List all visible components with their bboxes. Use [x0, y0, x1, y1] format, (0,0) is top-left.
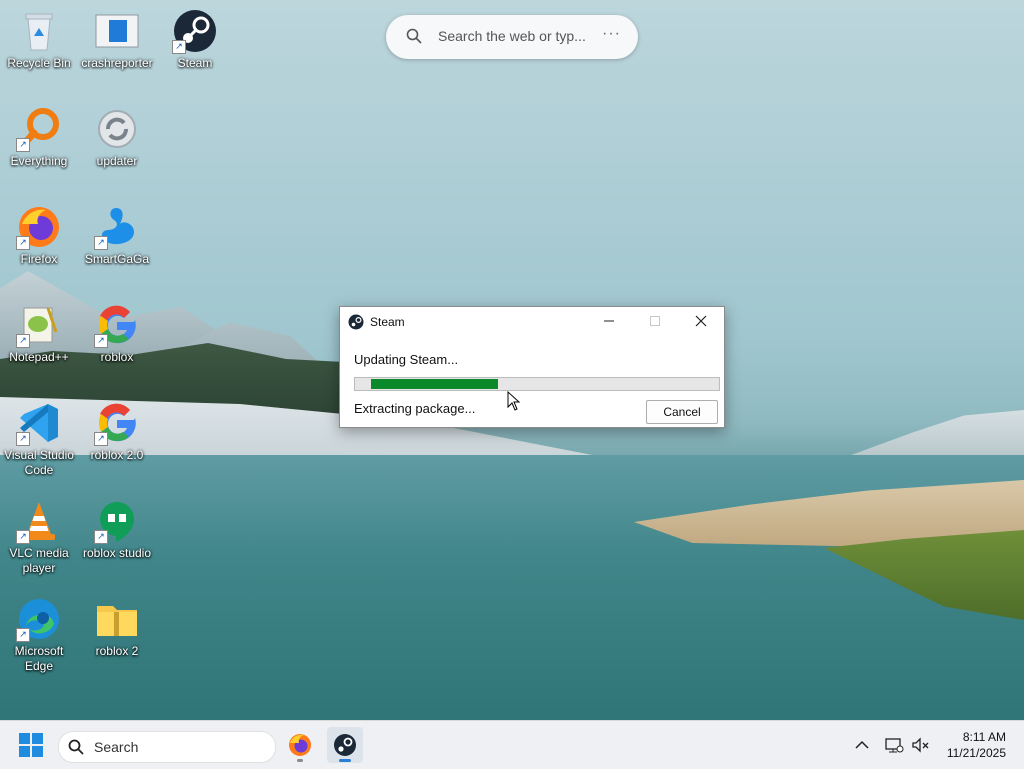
maximize-button [632, 307, 678, 337]
desktop-icon-notepad-plus-plus[interactable]: ↗ Notepad++ [0, 302, 78, 365]
desktop-icon-label: roblox 2 [95, 644, 139, 658]
search-icon [68, 739, 84, 755]
desktop-icon-updater[interactable]: updater [78, 106, 156, 169]
steam-update-dialog: Steam Updating Steam... Extracting packa… [339, 306, 725, 428]
steam-icon [348, 314, 364, 330]
crashreporter-window-icon [95, 14, 139, 48]
zip-folder-icon [97, 606, 137, 636]
volume-muted-icon[interactable] [910, 735, 930, 755]
desktop-icon-recycle-bin[interactable]: Recycle Bin [0, 8, 78, 71]
desktop-icon-label: Steam [177, 56, 213, 70]
desktop-icon-label: Notepad++ [9, 350, 69, 364]
taskbar-firefox[interactable] [282, 727, 318, 763]
desktop-icon-label: Visual Studio Code [4, 448, 74, 477]
updater-refresh-icon [98, 110, 136, 148]
desktop-icon-smartgaga[interactable]: ↗ SmartGaGa [78, 204, 156, 267]
dialog-title: Steam [370, 315, 405, 329]
start-windows-icon[interactable] [19, 733, 43, 757]
search-icon [406, 28, 422, 44]
desktop-icon-roblox[interactable]: ↗ roblox [78, 302, 156, 365]
show-hidden-icons-chevron-icon[interactable] [852, 735, 872, 755]
desktop-icon-visual-studio-code[interactable]: ↗ Visual Studio Code [0, 400, 78, 478]
taskbar-search-box[interactable]: Search [58, 731, 276, 763]
desktop-icon-crashreporter[interactable]: crashreporter [78, 8, 156, 71]
minimize-icon [604, 320, 614, 322]
desktop-icon-steam[interactable]: ↗ Steam [156, 8, 234, 71]
desktop-icon-label: Recycle Bin [7, 56, 71, 70]
network-status-icon[interactable] [884, 735, 904, 755]
desktop-icon-label: Microsoft Edge [14, 644, 64, 673]
taskbar-steam[interactable] [327, 727, 363, 763]
desktop-icon-label: roblox 2.0 [90, 448, 144, 462]
desktop-icon-label: Everything [10, 154, 68, 168]
desktop-icon-label: updater [96, 154, 138, 168]
extract-status-text: Extracting package... [354, 401, 476, 416]
taskbar: Search 8:11 AM 11/21/2025 [0, 720, 1024, 769]
desktop-icon-vlc[interactable]: ↗ VLC media player [0, 498, 78, 576]
firefox-icon [289, 734, 311, 756]
desktop-icon-firefox[interactable]: ↗ Firefox [0, 204, 78, 267]
desktop-icon-roblox-2[interactable]: roblox 2 [78, 596, 156, 659]
clock-time: 8:11 AM [962, 730, 1006, 744]
desktop-icon-label: roblox studio [82, 546, 152, 560]
dialog-titlebar[interactable]: Steam [340, 307, 724, 337]
close-icon [695, 315, 707, 327]
desktop-icon-microsoft-edge[interactable]: ↗ Microsoft Edge [0, 596, 78, 674]
mouse-cursor-icon [507, 391, 521, 411]
maximize-icon [650, 316, 660, 326]
desktop-icon-roblox-2-0[interactable]: ↗ roblox 2.0 [78, 400, 156, 463]
close-button[interactable] [678, 307, 724, 337]
desktop-icon-label: roblox [100, 350, 134, 364]
recycle-bin-icon [25, 13, 53, 51]
more-options-icon[interactable]: ··· [602, 25, 621, 43]
desktop-icon-label: Firefox [20, 252, 58, 266]
desktop-icon-label: VLC media player [9, 546, 69, 575]
clock-date: 11/21/2025 [946, 746, 1006, 760]
minimize-button[interactable] [586, 307, 632, 337]
desktop-icon-everything[interactable]: ↗ Everything [0, 106, 78, 169]
steam-icon [334, 734, 356, 756]
update-status-text: Updating Steam... [354, 352, 459, 367]
desktop-icon-label: crashreporter [81, 56, 153, 70]
cancel-button[interactable]: Cancel [646, 400, 718, 424]
taskbar-clock[interactable]: 8:11 AM 11/21/2025 [936, 729, 1006, 761]
progress-fill [371, 379, 499, 389]
web-search-widget[interactable]: Search the web or typ... ··· [386, 15, 638, 59]
taskbar-search-placeholder: Search [94, 739, 139, 755]
web-search-placeholder: Search the web or typ... [438, 28, 586, 44]
desktop-icon-label: SmartGaGa [84, 252, 150, 266]
update-progress-bar [354, 377, 720, 391]
desktop-icon-roblox-studio[interactable]: ↗ roblox studio [78, 498, 156, 561]
